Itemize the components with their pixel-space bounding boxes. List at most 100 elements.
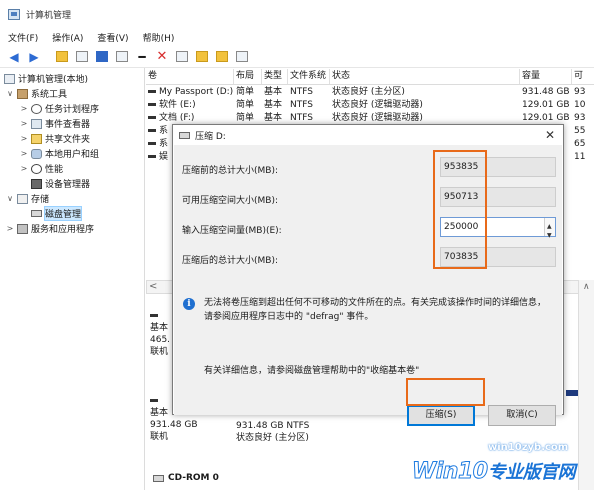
storage-icon bbox=[17, 193, 28, 204]
tree-computer-management[interactable]: 计算机管理(本地) bbox=[4, 71, 88, 86]
help-icon[interactable] bbox=[93, 48, 111, 66]
menu-help[interactable]: 帮助(H) bbox=[141, 30, 177, 45]
volume-free: 11 bbox=[574, 152, 586, 162]
tree-device-manager[interactable]: 设备管理器 bbox=[31, 176, 90, 191]
disk-size: 931.48 GB bbox=[150, 420, 198, 430]
dialog-body: 压缩前的总计大小(MB): 953835 可用压缩空间大小(MB): 95071… bbox=[174, 145, 562, 426]
watermark-brand: Win10 bbox=[412, 459, 489, 485]
menu-file[interactable]: 文件(F) bbox=[6, 30, 40, 45]
column-header-free[interactable]: 可 bbox=[572, 69, 594, 84]
shrink-dialog: 压缩 D: ✕ 压缩前的总计大小(MB): 953835 可用压缩空间大小(MB… bbox=[172, 124, 564, 426]
info-icon: i bbox=[183, 298, 195, 310]
volume-name: 娱 bbox=[159, 152, 169, 162]
view-icon[interactable] bbox=[233, 48, 251, 66]
volume-name: 文档 (F:) bbox=[159, 113, 195, 123]
volume-icon bbox=[148, 129, 156, 132]
column-header-capacity[interactable]: 容量 bbox=[520, 69, 572, 84]
spin-down-icon[interactable]: ▼ bbox=[547, 227, 552, 245]
disk-icon bbox=[179, 131, 190, 139]
tree-label: 事件查看器 bbox=[45, 120, 91, 130]
quantity-stepper[interactable]: ▲ ▼ bbox=[544, 218, 555, 239]
info-message: 无法将卷压缩到超出任何不可移动的文件所在的点。有关完成该操作时间的详细信息，请参… bbox=[204, 298, 547, 322]
open-folder-icon[interactable] bbox=[193, 48, 211, 66]
chevron-down-icon[interactable]: ∨ bbox=[6, 89, 14, 98]
volume-icon bbox=[148, 142, 156, 145]
chevron-down-icon[interactable]: ∨ bbox=[6, 194, 14, 203]
chevron-up-icon[interactable]: ∧ bbox=[583, 282, 590, 292]
volume-fs: NTFS bbox=[290, 100, 313, 110]
shrink-amount-input[interactable]: 250000 ▲ ▼ bbox=[440, 217, 556, 239]
tree-services-apps[interactable]: > 服务和应用程序 bbox=[6, 221, 94, 236]
tree-storage[interactable]: ∨ 存储 bbox=[6, 191, 49, 206]
tree-label: 设备管理器 bbox=[45, 180, 91, 190]
table-row[interactable]: 软件 (E:) 简单 基本 NTFS 状态良好 (逻辑驱动器) 129.01 G… bbox=[146, 99, 594, 112]
properties-icon[interactable] bbox=[113, 48, 131, 66]
vertical-scrollbar[interactable]: ∧ bbox=[578, 280, 594, 490]
window-title: 计算机管理 bbox=[26, 10, 72, 21]
volume-type: 基本 bbox=[264, 87, 283, 97]
services-icon bbox=[17, 223, 28, 234]
total-after-label: 压缩后的总计大小(MB): bbox=[182, 256, 278, 266]
volume-capacity: 931.48 GB bbox=[522, 87, 570, 97]
volume-free: 93 bbox=[574, 113, 586, 123]
menu-action[interactable]: 操作(A) bbox=[50, 30, 85, 45]
chevron-left-icon[interactable]: < bbox=[149, 281, 157, 292]
dialog-title: 压缩 D: bbox=[195, 131, 226, 142]
chevron-right-icon[interactable]: > bbox=[20, 149, 28, 158]
available-space-value: 950713 bbox=[440, 187, 556, 207]
up-folder-icon[interactable] bbox=[53, 48, 71, 66]
shared-folder-icon bbox=[31, 133, 42, 144]
volume-icon bbox=[148, 103, 156, 106]
total-before-label: 压缩前的总计大小(MB): bbox=[182, 166, 278, 176]
search-folder-icon[interactable] bbox=[213, 48, 231, 66]
chevron-right-icon[interactable]: > bbox=[20, 164, 28, 173]
connect-icon[interactable]: ━ bbox=[133, 48, 151, 66]
menu-view[interactable]: 查看(V) bbox=[95, 30, 130, 45]
tree-label: 任务计划程序 bbox=[45, 105, 100, 115]
back-arrow-icon[interactable]: ◀ bbox=[5, 48, 23, 66]
column-header-status[interactable]: 状态 bbox=[330, 69, 520, 84]
disk-state: 联机 bbox=[150, 432, 169, 442]
partition-header-bar bbox=[566, 390, 578, 396]
volume-layout: 简单 bbox=[236, 87, 255, 97]
shrink-amount-label: 输入压缩空间量(MB)(E): bbox=[182, 226, 282, 236]
tree-shared-folders[interactable]: > 共享文件夹 bbox=[20, 131, 90, 146]
tree-task-scheduler[interactable]: > 任务计划程序 bbox=[20, 101, 99, 116]
computer-management-icon bbox=[4, 73, 15, 84]
cancel-button[interactable]: 取消(C) bbox=[488, 405, 556, 426]
tree-system-tools[interactable]: ∨ 系统工具 bbox=[6, 86, 67, 101]
volume-type: 基本 bbox=[264, 100, 283, 110]
tree-performance[interactable]: > 性能 bbox=[20, 161, 63, 176]
performance-icon bbox=[31, 163, 42, 174]
cdrom-row[interactable]: CD-ROM 0 bbox=[153, 473, 219, 483]
tree-event-viewer[interactable]: > 事件查看器 bbox=[20, 116, 90, 131]
column-header-filesystem[interactable]: 文件系统 bbox=[288, 69, 330, 84]
menu-bar: 文件(F) 操作(A) 查看(V) 帮助(H) bbox=[0, 28, 594, 46]
column-header-layout[interactable]: 布局 bbox=[234, 69, 262, 84]
column-header-type[interactable]: 类型 bbox=[262, 69, 288, 84]
volume-icon bbox=[148, 155, 156, 158]
cdrom-icon bbox=[153, 474, 164, 482]
column-header-volume[interactable]: 卷 bbox=[146, 69, 234, 84]
tree-label: 性能 bbox=[45, 165, 64, 175]
check-icon[interactable] bbox=[173, 48, 191, 66]
volume-icon bbox=[148, 90, 156, 93]
event-viewer-icon bbox=[31, 118, 42, 129]
task-scheduler-icon bbox=[31, 103, 42, 114]
compress-button[interactable]: 压缩(S) bbox=[407, 405, 475, 426]
chevron-right-icon[interactable]: > bbox=[20, 104, 28, 113]
title-bar: 计算机管理 bbox=[0, 0, 594, 28]
volume-list-header: 卷 布局 类型 文件系统 状态 容量 可 bbox=[146, 69, 594, 85]
forward-arrow-icon[interactable]: ▶ bbox=[25, 48, 43, 66]
table-row[interactable]: My Passport (D:) 简单 基本 NTFS 状态良好 (主分区) 9… bbox=[146, 86, 594, 99]
close-icon[interactable]: ✕ bbox=[545, 128, 555, 142]
watermark-url: win10zyb.com bbox=[488, 442, 569, 453]
chevron-right-icon[interactable]: > bbox=[20, 119, 28, 128]
console-tree-icon[interactable] bbox=[73, 48, 91, 66]
chevron-right-icon[interactable]: > bbox=[20, 134, 28, 143]
delete-icon[interactable]: ✕ bbox=[153, 48, 171, 66]
chevron-right-icon[interactable]: > bbox=[6, 224, 14, 233]
tree-label: 本地用户和组 bbox=[45, 150, 100, 160]
tree-disk-management[interactable]: 磁盘管理 bbox=[31, 206, 83, 221]
tree-local-users[interactable]: > 本地用户和组 bbox=[20, 146, 99, 161]
